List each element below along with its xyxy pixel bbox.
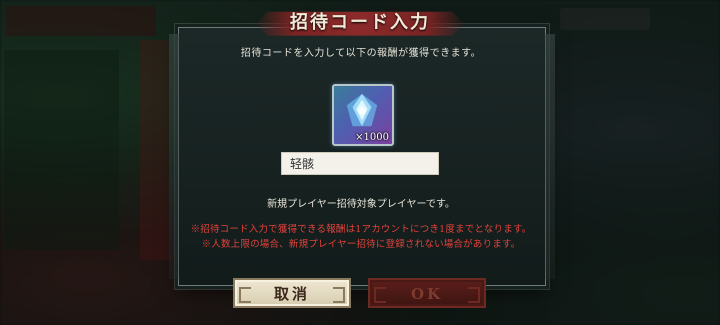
reward-quantity: ×1000 xyxy=(355,132,389,143)
reward-item[interactable]: ×1000 xyxy=(332,84,394,146)
invite-code-input[interactable]: 轻骸 xyxy=(281,152,439,175)
note-capacity-limit: ※人数上限の場合、新規プレイヤー招待に登録されない場合があります。 xyxy=(201,239,521,250)
dialog-subtitle: 招待コードを入力して以下の報酬が獲得できます。 xyxy=(240,48,482,59)
dialog-title: 招待コード入力 xyxy=(290,12,430,33)
eligibility-text: 新規プレイヤー招待対象プレイヤーです。 xyxy=(267,199,455,210)
ok-button[interactable]: OK xyxy=(368,278,486,308)
crystal-icon xyxy=(346,93,378,127)
note-reward-limit: ※招待コード入力で獲得できる報酬は1アカウントにつき1度までとなります。 xyxy=(190,224,532,235)
cancel-button[interactable]: 取消 xyxy=(233,278,351,308)
